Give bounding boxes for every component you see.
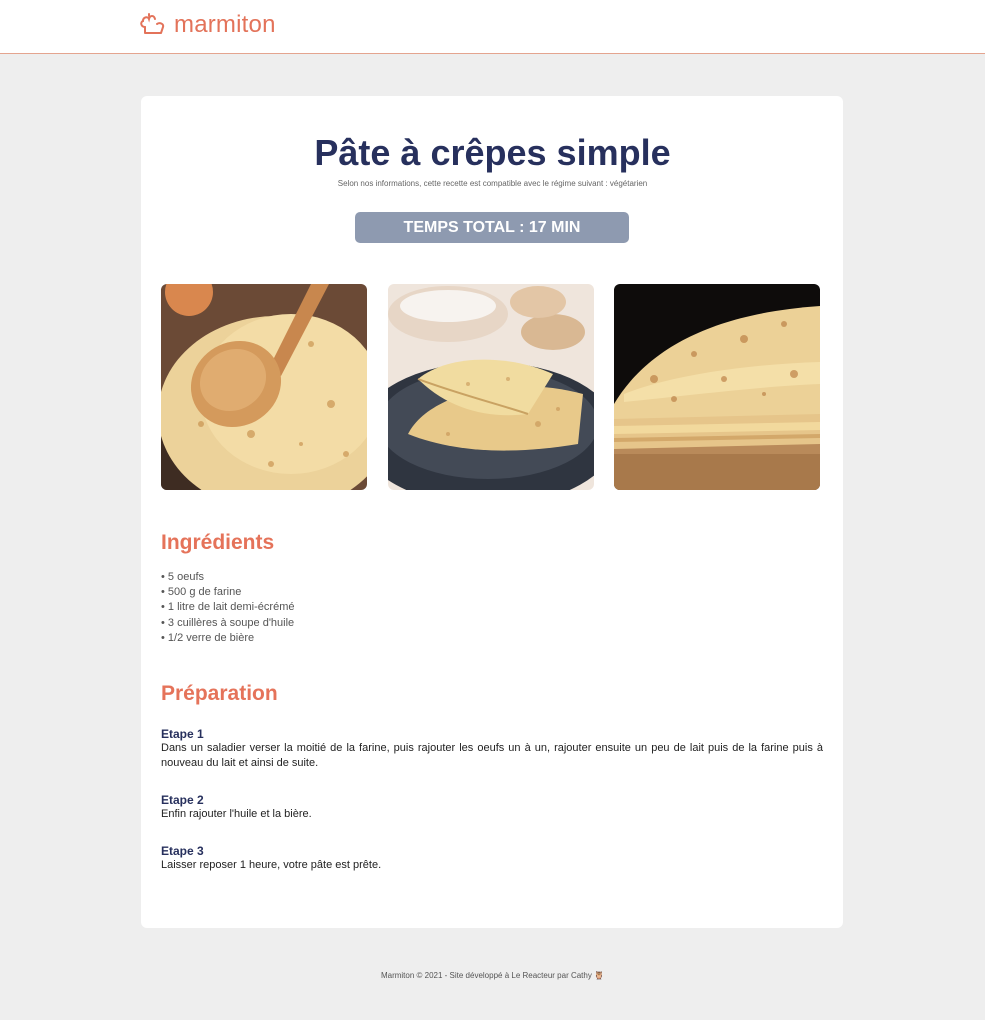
ingredients-title: Ingrédients (161, 531, 275, 554)
chef-hat-icon (140, 13, 166, 37)
logo-text: marmiton (174, 11, 276, 38)
ingredients-list: 5 oeufs 500 g de farine 1 litre de lait … (161, 570, 295, 646)
ingredient-item: 1 litre de lait demi-écrémé (161, 600, 295, 615)
site-header: marmiton (0, 0, 985, 54)
preparation-step: Etape 2 Enfin rajouter l'huile et la biè… (161, 793, 823, 822)
total-time-badge: TEMPS TOTAL : 17 MIN (355, 212, 629, 243)
step-title: Etape 3 (161, 844, 204, 858)
ingredient-item: 5 oeufs (161, 570, 294, 585)
preparation-title: Préparation (161, 682, 278, 705)
step-text: Dans un saladier verser la moitié de la … (161, 742, 823, 769)
step-text: Laisser reposer 1 heure, votre pâte est … (161, 859, 382, 871)
diet-note: Selon nos informations, cette recette es… (337, 179, 648, 188)
ingredient-item: 1/2 verre de bière (161, 631, 294, 646)
logo[interactable]: marmiton (140, 12, 276, 38)
ingredient-item: 3 cuillères à soupe d'huile (161, 616, 294, 631)
step-title: Etape 1 (161, 727, 204, 741)
ingredient-item: 500 g de farine (161, 585, 294, 600)
recipe-photo-1 (161, 284, 367, 490)
step-title: Etape 2 (161, 793, 204, 807)
recipe-photo-3 (614, 284, 820, 490)
preparation-step: Etape 1 Dans un saladier verser la moiti… (161, 727, 823, 771)
footer: Marmiton © 2021 - Site développé à Le Re… (380, 971, 605, 980)
recipe-title: Pâte à crêpes simple (314, 132, 671, 173)
recipe-photo-2 (388, 284, 594, 490)
preparation-step: Etape 3 Laisser reposer 1 heure, votre p… (161, 844, 823, 873)
step-text: Enfin rajouter l'huile et la bière. (161, 808, 312, 820)
